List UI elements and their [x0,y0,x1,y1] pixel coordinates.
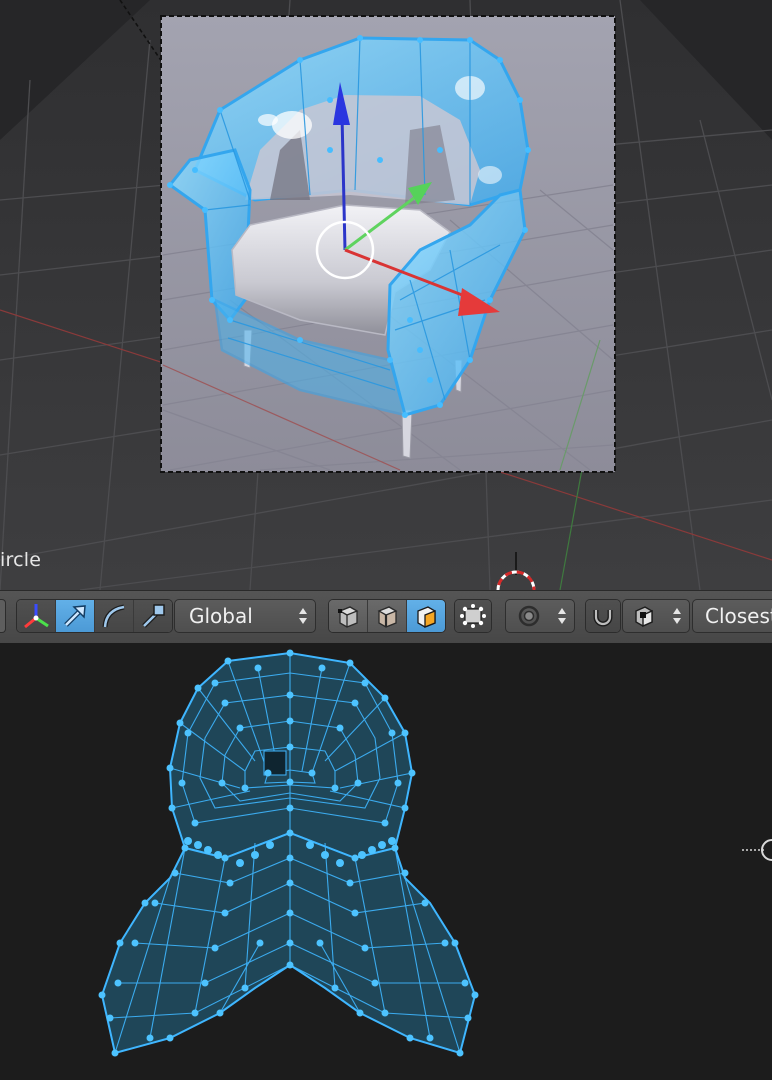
transform-orientation-dropdown[interactable]: Global [174,599,316,633]
vertex-select-icon [338,606,359,628]
proportional-edit-icon [518,605,540,627]
snap-element-dropdown[interactable] [622,599,690,633]
face-select-button[interactable] [407,600,445,632]
transform-orientation-value: Global [189,604,253,628]
edge-select-icon [377,606,398,628]
snap-magnet-icon [593,610,613,627]
render-preview [160,15,616,473]
manipulator-group [16,599,173,633]
rotate-arc-icon [102,604,125,628]
occlude-geometry-button[interactable] [455,600,491,632]
uv-image-editor[interactable] [0,643,772,1080]
snap-group [585,599,621,633]
viewport-canvas[interactable] [0,0,772,590]
uv-2d-cursor-icon [742,839,772,861]
proportional-edit-dropdown[interactable] [505,599,575,633]
rotate-button[interactable] [95,600,134,632]
manipulator-axes-icon [24,604,49,629]
active-object-label: ircle [0,549,42,571]
updown-arrows-icon [673,608,681,624]
viewport-header-toolbar: Global Closest [0,590,772,644]
updown-arrows-icon [299,608,307,624]
edge-select-button[interactable] [368,600,407,632]
manipulator-toggle-button[interactable] [17,600,56,632]
face-select-icon [417,606,436,628]
vertex-select-button[interactable] [329,600,368,632]
occlude-geometry-toggle[interactable] [454,599,492,633]
updown-arrows-icon [558,608,566,624]
select-mode-group [328,599,446,633]
snap-target-value: Closest [705,604,772,628]
occlude-geometry-icon [460,604,486,628]
snap-toggle-button[interactable] [586,600,620,632]
uv-island-mesh[interactable] [98,649,479,1057]
snap-target-icon [635,606,653,628]
scale-button[interactable] [134,600,172,632]
snap-target-dropdown[interactable]: Closest [692,599,772,633]
translate-arrow-icon [64,605,86,627]
scale-handle-icon [142,604,165,628]
translate-button[interactable] [56,600,95,632]
uv-canvas[interactable] [0,643,772,1080]
toolbar-edge-button[interactable] [0,599,6,633]
3d-viewport[interactable]: ircle [0,0,772,590]
